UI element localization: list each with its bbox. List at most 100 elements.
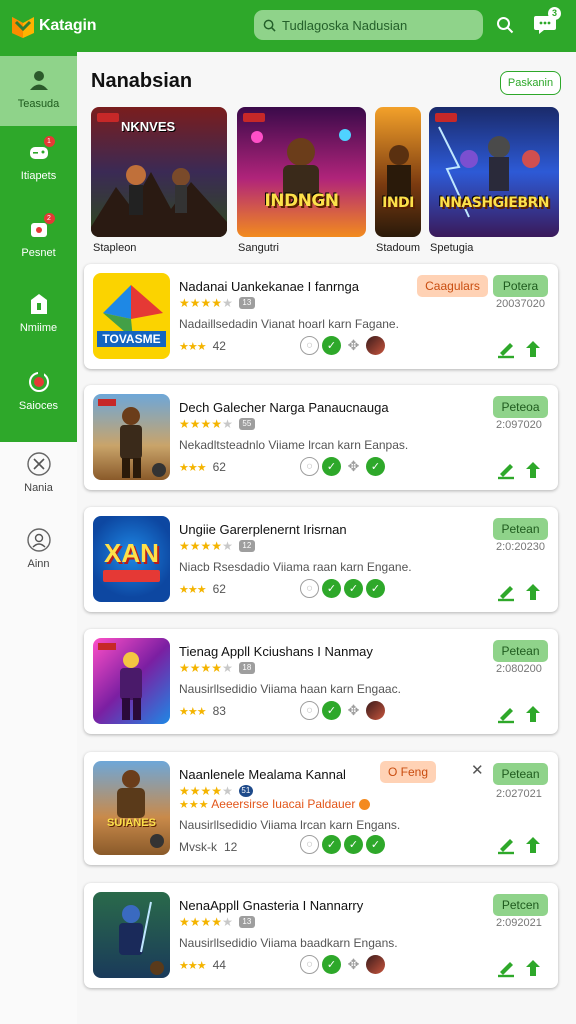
app-description: Nekadltsteadnlo Viiame lrcan karn Eanpas… <box>179 438 409 452</box>
featured-art-title: INDNGN <box>264 191 339 211</box>
featured-card-1[interactable]: NKNVES <box>91 107 227 237</box>
share-icon[interactable]: ◌ <box>300 955 319 974</box>
promo-text: ★★★ Aeeersirse Iuacai Paldauer <box>179 797 370 811</box>
check-icon: ✓ <box>344 835 363 854</box>
rating-value: 42 <box>212 339 226 353</box>
avatar <box>366 955 385 974</box>
edit-icon[interactable] <box>496 460 516 480</box>
upload-icon[interactable] <box>524 460 542 480</box>
upload-icon[interactable] <box>524 339 542 359</box>
upload-icon[interactable] <box>524 704 542 724</box>
release-date: 2:092021 <box>496 917 542 929</box>
card-actions <box>496 339 542 359</box>
edit-icon[interactable] <box>496 835 516 855</box>
star-icon: ★ <box>200 661 212 675</box>
star-icon: ★ <box>200 296 212 310</box>
chat-button[interactable]: 3 <box>533 7 561 38</box>
featured-card-3[interactable]: INDI <box>375 107 421 237</box>
share-icon[interactable]: ◌ <box>300 835 319 854</box>
status-badge[interactable]: Petean <box>493 518 548 540</box>
status-badge[interactable]: Peteoa <box>493 396 548 418</box>
app-name: Nadanai Uankekanae I fanrnga <box>179 279 359 294</box>
upload-icon[interactable] <box>524 958 542 978</box>
rating-value: 83 <box>212 704 226 718</box>
release-date: 2:097020 <box>496 419 542 431</box>
share-icon[interactable]: ◌ <box>300 457 319 476</box>
star-icon: ★ <box>222 661 233 675</box>
sidebar-item-nmiime[interactable]: Nmiime <box>0 292 77 334</box>
sidebar: Teasuda 1 Itiapets 2 Pesnet Nmiime Saioc… <box>0 52 77 1024</box>
chat-badge: 3 <box>548 7 561 20</box>
app-icon-text: TOVASME <box>102 332 161 346</box>
edit-icon[interactable] <box>496 704 516 724</box>
app-list-item[interactable]: Tienag Appll Kciushans I Nanmay ★ ★ ★ ★ ★ 18… <box>84 629 558 734</box>
sidebar-item-itiapets[interactable]: 1 Itiapets <box>0 136 77 182</box>
sidebar-item-label: Nania <box>24 482 53 494</box>
rating-stars: ★★★ <box>179 705 207 718</box>
edit-icon[interactable] <box>496 339 516 359</box>
status-badge[interactable]: Petcen <box>493 894 548 916</box>
section-title: Nanabsian <box>91 70 193 92</box>
star-icon: ★ <box>200 539 212 553</box>
app-list-item[interactable]: NenaAppll Gnasteria I Nannarry ★ ★ ★ ★ ★ 13 … <box>84 883 558 988</box>
feature-icons: ◌ ✓ ✓ ✓ <box>300 579 385 598</box>
star-icon: ★ <box>211 661 223 675</box>
puzzle-icon: ✥ <box>347 702 360 718</box>
featured-label: Spetugia <box>430 242 474 254</box>
star-icon: ★ <box>189 296 201 310</box>
share-icon[interactable]: ◌ <box>300 336 319 355</box>
card-actions <box>496 958 542 978</box>
app-description: Nausirllsedidio Viiama lrcan karn Engans… <box>179 818 401 832</box>
status-badge[interactable]: Petean <box>493 640 548 662</box>
featured-card-4[interactable]: NNASHGIEBRN <box>429 107 559 237</box>
app-name: Ungiie Garerplenernt Irisrnan <box>179 522 347 537</box>
check-icon: ✓ <box>322 835 341 854</box>
featured-card-2[interactable]: INDNGN <box>237 107 366 237</box>
sidebar-item-saioces[interactable]: Saioces <box>0 370 77 412</box>
search-button[interactable] <box>492 12 518 38</box>
status-badge[interactable]: Petean <box>493 763 548 785</box>
see-all-button[interactable]: Paskanin <box>500 71 561 95</box>
app-list-item[interactable]: XAN Ungiie Garerplenernt Irisrnan ★ ★ ★ ★ ★ … <box>84 507 558 612</box>
share-icon[interactable]: ◌ <box>300 701 319 720</box>
sidebar-item-teasuda[interactable]: Teasuda <box>0 56 77 126</box>
search-input[interactable]: Tudlagoska Nadusian <box>254 10 483 40</box>
rating-row: ★★★ 83 <box>179 704 226 718</box>
star-icon: ★ <box>211 296 223 310</box>
featured-tag <box>97 113 119 122</box>
edit-icon[interactable] <box>496 582 516 602</box>
category-tag[interactable]: Caagulars <box>417 275 488 297</box>
app-list-item[interactable]: Dech Galecher Narga Panaucnauga ★ ★ ★ ★ ★ 55… <box>84 385 558 490</box>
app-logo[interactable]: Katagin <box>10 13 96 39</box>
main-content: Nanabsian Paskanin NKNVES INDNGN INDI NN… <box>77 52 576 1024</box>
featured-art-title: NNASHGIEBRN <box>439 195 550 211</box>
sidebar-item-pesnet[interactable]: 2 Pesnet <box>0 213 77 259</box>
card-actions <box>496 582 542 602</box>
app-list-item[interactable]: SUIANES Naanlenele Mealama Kannal ★ ★ ★ ★ ★ … <box>84 752 558 865</box>
star-icon: ★ <box>189 915 201 929</box>
upload-icon[interactable] <box>524 582 542 602</box>
upload-icon[interactable] <box>524 835 542 855</box>
app-list-item[interactable]: TOVASME Nadanai Uankekanae I fanrnga ★ ★ ★… <box>84 264 558 369</box>
status-badge[interactable]: Potera <box>493 275 548 297</box>
close-icon[interactable]: ✕ <box>471 761 484 779</box>
feature-icons: ◌ ✓ ✥ <box>300 701 385 720</box>
app-name: NenaAppll Gnasteria I Nannarry <box>179 898 364 913</box>
featured-art <box>438 126 540 218</box>
review-count-badge: 18 <box>238 662 255 674</box>
app-icon <box>93 892 170 978</box>
top-bar: Katagin Tudlagoska Nadusian 3 <box>0 0 576 52</box>
feature-icons: ◌ ✓ ✥ <box>300 336 385 355</box>
user-icon <box>27 68 51 92</box>
sidebar-item-ainn[interactable]: Ainn <box>0 528 77 570</box>
edit-icon[interactable] <box>496 958 516 978</box>
rating-stars: ★★★ <box>179 340 207 353</box>
notification-badge: 1 <box>43 136 55 147</box>
app-name: Dech Galecher Narga Panaucnauga <box>179 400 389 415</box>
card-actions <box>496 460 542 480</box>
sidebar-item-label: Ainn <box>27 558 50 570</box>
share-icon[interactable]: ◌ <box>300 579 319 598</box>
sidebar-item-nania[interactable]: Nania <box>0 452 77 494</box>
rating-prefix: Mvsk-k <box>179 840 217 854</box>
category-tag[interactable]: O Feng <box>380 761 436 783</box>
